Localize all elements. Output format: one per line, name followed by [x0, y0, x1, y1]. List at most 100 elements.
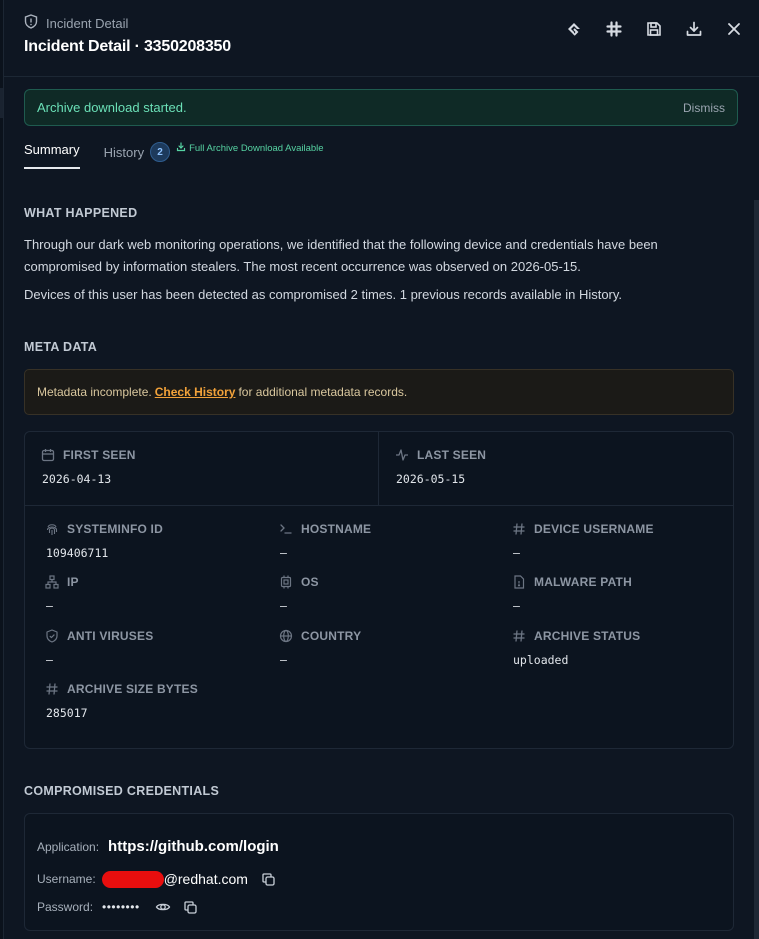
username-label: Username: — [37, 872, 96, 886]
password-label: Password: — [37, 900, 94, 914]
field-value: – — [513, 546, 520, 560]
password-row: Password: •••••••• — [37, 898, 200, 916]
compromised-credentials-heading: COMPROMISED CREDENTIALS — [24, 784, 220, 798]
credentials-card: Application: https://github.com/login Us… — [24, 813, 734, 931]
warning-prefix: Metadata incomplete. — [37, 385, 152, 399]
close-icon[interactable] — [722, 17, 746, 41]
username-value: @redhat.com — [101, 870, 248, 888]
dismiss-button[interactable]: Dismiss — [683, 101, 725, 115]
hash-icon — [45, 682, 59, 696]
network-icon — [45, 575, 59, 589]
first-seen-label-wrap: FIRST SEEN — [41, 448, 362, 462]
meta-data-heading: META DATA — [24, 340, 98, 354]
field-value: – — [513, 599, 520, 613]
field-label-wrap: COUNTRY — [279, 629, 509, 643]
field-value: 109406711 — [46, 546, 109, 560]
ip-field: IP – — [45, 575, 275, 613]
field-value: – — [46, 599, 53, 613]
full-archive-download-link[interactable]: Full Archive Download Available — [176, 142, 324, 155]
field-label-wrap: MALWARE PATH — [512, 575, 742, 589]
archive-link-label: Full Archive Download Available — [189, 143, 324, 154]
systeminfo-id-field: SYSTEMINFO ID 109406711 — [45, 522, 275, 560]
header-eyebrow: Incident Detail — [24, 14, 128, 32]
last-seen-value: 2026-05-15 — [396, 472, 466, 486]
file-icon — [512, 575, 526, 589]
field-value: – — [280, 599, 287, 613]
field-label: ARCHIVE SIZE BYTES — [67, 682, 198, 696]
download-icon — [176, 142, 186, 155]
tab-bar: Summary History 2 Full Archive Download … — [24, 138, 324, 170]
save-icon[interactable] — [642, 17, 666, 41]
first-seen: FIRST SEEN 2026-04-13 — [25, 432, 379, 506]
shield-check-icon — [45, 629, 59, 643]
field-value: – — [46, 653, 53, 667]
os-field: OS – — [279, 575, 509, 613]
malware-path-field: MALWARE PATH – — [512, 575, 742, 613]
field-value: uploaded — [513, 653, 569, 667]
field-label-wrap: DEVICE USERNAME — [512, 522, 742, 536]
terminal-icon — [279, 522, 293, 536]
what-happened-heading: WHAT HAPPENED — [24, 206, 138, 220]
what-happened-line-1: Through our dark web monitoring operatio… — [24, 237, 658, 252]
first-seen-value: 2026-04-13 — [42, 472, 112, 486]
last-seen: LAST SEEN 2026-05-15 — [379, 432, 733, 506]
check-history-link[interactable]: Check History — [155, 385, 236, 399]
field-label: ANTI VIRUSES — [67, 629, 154, 643]
application-label: Application: — [37, 839, 100, 854]
download-icon[interactable] — [682, 17, 706, 41]
tab-summary-label: Summary — [24, 142, 80, 157]
archive-size-bytes-field: ARCHIVE SIZE BYTES 285017 — [45, 682, 275, 720]
application-value: https://github.com/login — [108, 838, 279, 855]
scrollbar[interactable] — [754, 200, 759, 939]
application-row: Application: https://github.com/login — [37, 838, 279, 855]
device-username-field: DEVICE USERNAME – — [512, 522, 742, 560]
redaction-mark — [101, 870, 164, 888]
tab-history-label: History — [103, 144, 145, 160]
country-field: COUNTRY – — [279, 629, 509, 667]
activity-icon — [395, 448, 409, 462]
what-happened-text: Through our dark web monitoring operatio… — [24, 234, 738, 278]
shield-icon — [24, 14, 38, 32]
eye-icon[interactable] — [154, 898, 172, 916]
calendar-icon — [41, 448, 55, 462]
warning-suffix: for additional metadata records. — [238, 385, 408, 399]
first-seen-label: FIRST SEEN — [63, 448, 136, 462]
success-banner: Archive download started. Dismiss — [24, 89, 738, 126]
page-title: Incident Detail · 3350208350 — [24, 38, 231, 55]
active-tab-indicator — [24, 167, 80, 169]
metadata-card: FIRST SEEN 2026-04-13 LAST SEEN 2026-05-… — [24, 431, 734, 749]
field-value: – — [280, 653, 287, 667]
field-label: DEVICE USERNAME — [534, 522, 654, 536]
header-actions — [562, 17, 746, 41]
eyebrow-label: Incident Detail — [46, 15, 129, 31]
tab-summary[interactable]: Summary — [24, 138, 80, 157]
cpu-icon — [279, 575, 293, 589]
field-label: SYSTEMINFO ID — [67, 522, 163, 536]
field-label: HOSTNAME — [301, 522, 372, 536]
field-value: 285017 — [46, 706, 88, 720]
copy-icon[interactable] — [260, 870, 278, 888]
history-summary-text: Devices of this user has been detected a… — [24, 287, 623, 302]
tab-history[interactable]: History 2 — [103, 138, 171, 162]
globe-icon — [279, 629, 293, 643]
field-label: COUNTRY — [301, 629, 362, 643]
field-label: IP — [67, 575, 79, 589]
last-seen-label-wrap: LAST SEEN — [395, 448, 717, 462]
field-label-wrap: IP — [45, 575, 275, 589]
username-domain: @redhat.com — [163, 871, 248, 887]
field-label: MALWARE PATH — [534, 575, 632, 589]
slack-icon[interactable] — [602, 17, 626, 41]
hash-icon — [512, 522, 526, 536]
hash-icon — [512, 629, 526, 643]
field-label-wrap: ARCHIVE STATUS — [512, 629, 742, 643]
field-label: OS — [301, 575, 319, 589]
field-label-wrap: SYSTEMINFO ID — [45, 522, 275, 536]
field-label-wrap: ANTI VIRUSES — [45, 629, 275, 643]
hostname-field: HOSTNAME – — [279, 522, 509, 560]
what-happened-line-2: compromised by information stealers. The… — [24, 259, 581, 274]
history-count-badge: 2 — [150, 142, 171, 162]
jira-icon[interactable] — [562, 17, 586, 41]
banner-message: Archive download started. — [37, 100, 187, 115]
last-seen-label: LAST SEEN — [417, 448, 487, 462]
copy-icon[interactable] — [182, 898, 200, 916]
